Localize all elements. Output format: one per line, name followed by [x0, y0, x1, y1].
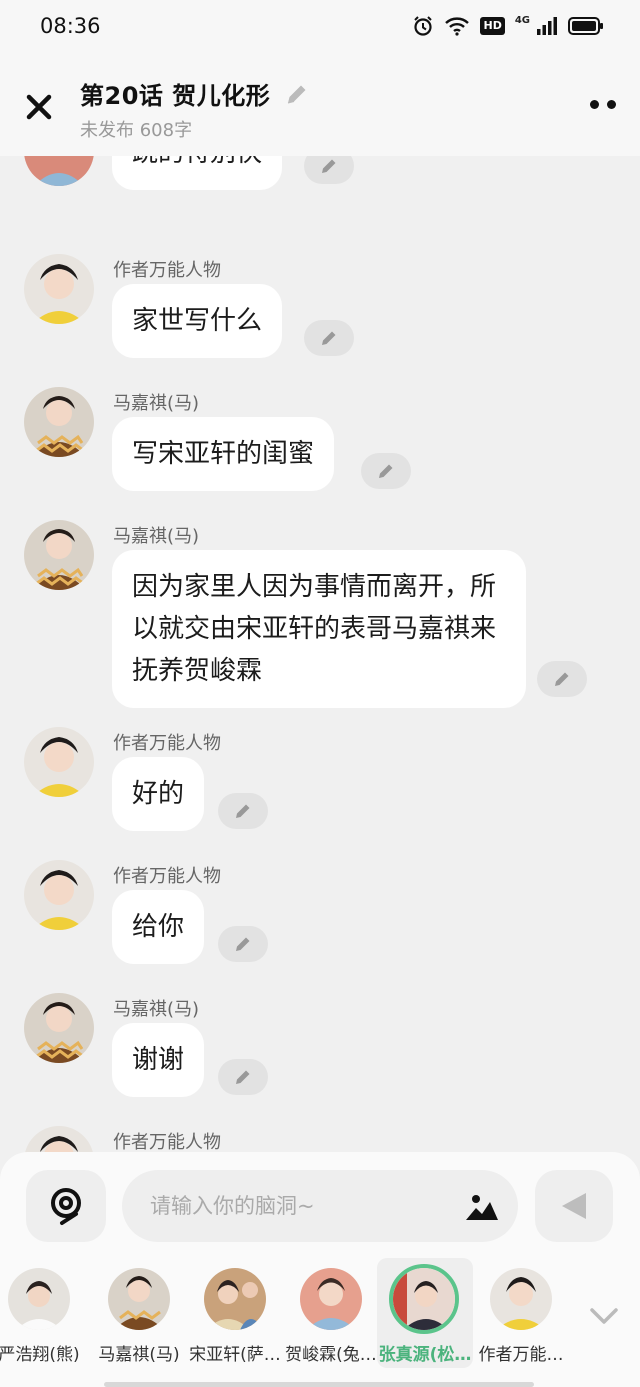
avatar[interactable]	[24, 387, 94, 457]
avatar[interactable]	[24, 860, 94, 930]
character-avatar	[389, 1264, 459, 1334]
header: 第20话 贺儿化形 未发布 608字	[0, 56, 640, 156]
message-bubble: 跳的特别快	[112, 156, 283, 190]
pencil-icon[interactable]	[284, 81, 310, 107]
message-bubble: 好的	[112, 757, 205, 831]
avatar[interactable]	[24, 254, 94, 324]
wifi-icon	[445, 17, 470, 36]
title-row: 第20话 贺儿化形	[80, 76, 310, 111]
character-avatar	[300, 1268, 362, 1330]
edit-message-button[interactable]	[218, 1059, 268, 1095]
edit-message-button[interactable]	[304, 320, 354, 356]
send-icon	[562, 1193, 586, 1219]
edit-message-button[interactable]	[304, 156, 354, 184]
image-icon[interactable]	[464, 1190, 500, 1222]
character-item[interactable]: 作者万能…	[474, 1258, 574, 1368]
dot-icon	[607, 100, 616, 109]
message-bubble: 因为家里人因为事情而离开，所以就交由宋亚轩的表哥马嘉祺来抚养贺峻霖	[112, 550, 526, 708]
pencil-icon	[236, 804, 250, 818]
character-name: 作者万能…	[478, 1345, 564, 1365]
character-item[interactable]: 宋亚轩(萨…	[188, 1258, 288, 1368]
alarm-icon	[414, 16, 433, 36]
status-time: 08:36	[40, 14, 101, 38]
avatar[interactable]	[24, 993, 94, 1063]
close-icon[interactable]	[22, 90, 56, 124]
edit-message-button[interactable]	[537, 661, 587, 697]
network-type: 4G	[514, 14, 530, 26]
message-bubble: 给你	[112, 890, 205, 964]
pencil-icon	[322, 331, 336, 345]
pencil-icon	[555, 672, 569, 686]
character-avatar	[490, 1268, 552, 1330]
voice-button[interactable]	[26, 1170, 106, 1242]
avatar[interactable]	[24, 156, 94, 186]
character-item[interactable]: 严浩翔(熊)	[0, 1258, 92, 1368]
character-name: 贺峻霖(兔…	[285, 1345, 377, 1365]
character-name: 宋亚轩(萨…	[189, 1345, 281, 1365]
character-avatar	[8, 1268, 70, 1330]
speaker-name: 作者万能人物	[113, 866, 221, 887]
chevron-down-icon[interactable]	[586, 1302, 622, 1330]
speaker-name: 作者万能人物	[113, 1132, 221, 1153]
speaker-name: 马嘉祺(马)	[113, 393, 200, 414]
avatar[interactable]	[24, 727, 94, 797]
status-icons: HD 4G	[412, 15, 604, 37]
character-avatar	[108, 1268, 170, 1330]
status-bar: 08:36 HD 4G	[0, 0, 640, 56]
character-item[interactable]: 马嘉祺(马)	[92, 1258, 192, 1368]
pencil-icon	[236, 1070, 250, 1084]
battery-icon	[568, 17, 603, 35]
page-title: 第20话 贺儿化形	[80, 82, 271, 110]
character-name: 严浩翔(熊)	[0, 1345, 80, 1365]
scroll-indicator	[104, 1382, 534, 1387]
input-panel: 严浩翔(熊) 马嘉祺(马) 宋亚轩(萨… 贺峻霖(兔… 张真源(松…	[0, 1152, 640, 1387]
message-bubble: 写宋亚轩的闺蜜	[112, 417, 335, 491]
story-input[interactable]	[122, 1170, 518, 1242]
character-item[interactable]: 贺峻霖(兔…	[284, 1258, 384, 1368]
avatar[interactable]	[24, 520, 94, 590]
character-name: 马嘉祺(马)	[98, 1345, 180, 1365]
speaker-name: 作者万能人物	[113, 260, 221, 281]
speaker-name: 马嘉祺(马)	[113, 526, 200, 547]
dot-icon	[590, 100, 599, 109]
send-button[interactable]	[535, 1170, 613, 1242]
chat-area[interactable]: 跳的特别快 作者万能人物 家世写什么 马嘉祺(马) 写宋亚轩的闺蜜 马嘉祺(马)…	[0, 156, 640, 1156]
message-bubble: 家世写什么	[112, 284, 283, 358]
edit-message-button[interactable]	[218, 793, 268, 829]
more-button[interactable]	[590, 100, 616, 109]
word-count-status: 未发布 608字	[80, 120, 193, 141]
signal-icon	[537, 17, 557, 35]
pencil-icon	[236, 937, 250, 951]
speaker-name: 马嘉祺(马)	[113, 999, 200, 1020]
character-item-selected[interactable]: 张真源(松…	[377, 1258, 473, 1368]
pencil-icon	[322, 159, 336, 173]
edit-message-button[interactable]	[218, 926, 268, 962]
edit-message-button[interactable]	[361, 453, 411, 489]
character-name: 张真源(松…	[378, 1345, 472, 1365]
character-avatar	[204, 1268, 266, 1330]
speaker-name: 作者万能人物	[113, 733, 221, 754]
voice-icon	[51, 1188, 81, 1225]
character-selector[interactable]: 严浩翔(熊) 马嘉祺(马) 宋亚轩(萨… 贺峻霖(兔… 张真源(松… 作者万能…	[0, 1258, 640, 1368]
pencil-icon	[379, 464, 393, 478]
message-bubble: 谢谢	[112, 1023, 205, 1097]
hd-badge: HD	[480, 17, 505, 35]
